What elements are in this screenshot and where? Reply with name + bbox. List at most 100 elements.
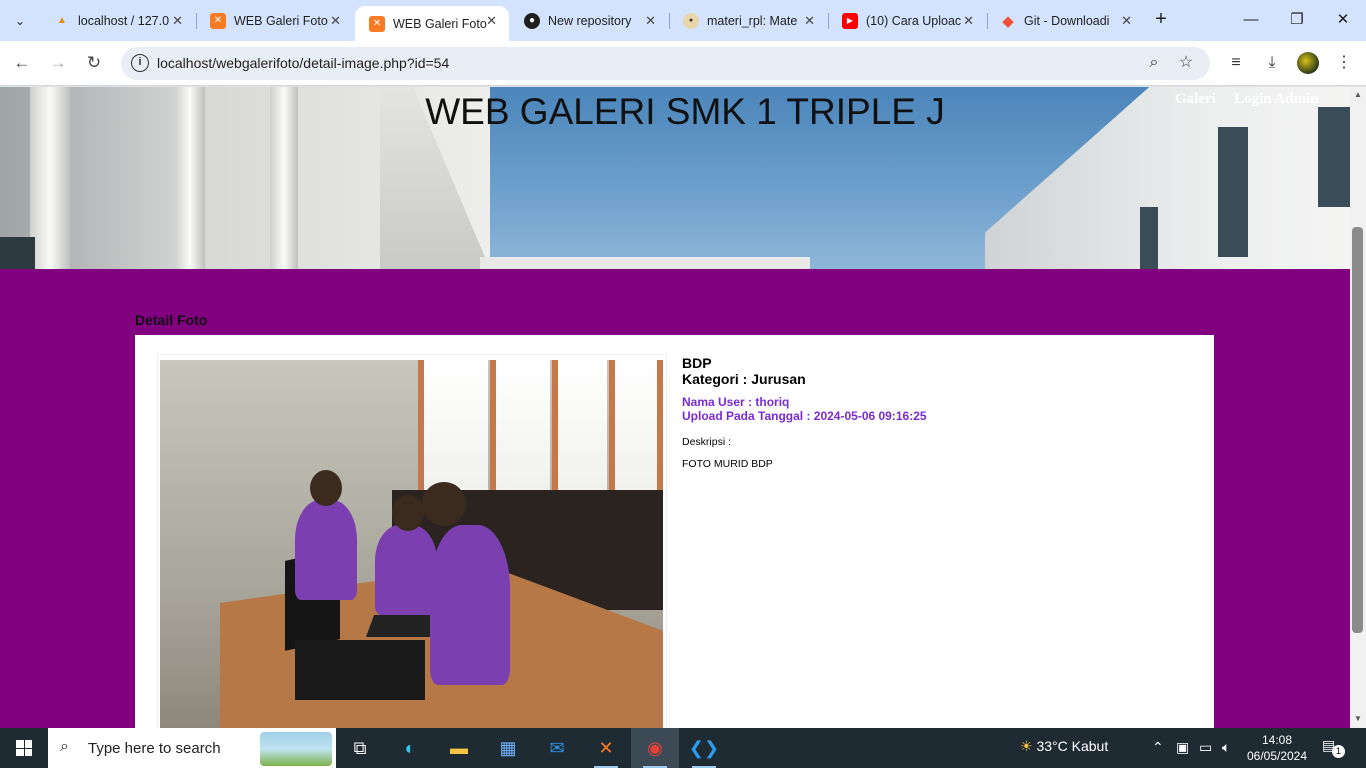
- photo-cpu: [295, 640, 425, 700]
- chrome-icon[interactable]: ◉: [631, 728, 679, 768]
- taskbar-search-box[interactable]: ⌕ Type here to search: [48, 728, 336, 768]
- banner-railing: [0, 237, 35, 269]
- photo-student: [375, 525, 437, 615]
- notification-center-icon[interactable]: ▤ 1: [1322, 737, 1345, 758]
- site-info-icon[interactable]: i: [131, 54, 149, 72]
- address-bar[interactable]: i localhost/webgalerifoto/detail-image.p…: [121, 47, 1210, 80]
- xampp-icon: ✕: [210, 12, 226, 29]
- photo-info: BDP Kategori : Jurusan Nama User : thori…: [682, 355, 927, 470]
- file-explorer-icon[interactable]: ▬: [435, 728, 483, 768]
- clock-time: 14:08: [1261, 733, 1293, 747]
- zoom-icon[interactable]: ⌕: [1144, 53, 1164, 73]
- close-icon[interactable]: ✕: [804, 13, 815, 29]
- download-icon[interactable]: ⤓: [1261, 52, 1283, 74]
- site-title: WEB GALERI SMK 1 TRIPLE J: [425, 91, 945, 132]
- browser-tab-bar: ⌄ ▲ localhost / 127.0 ✕ ✕ WEB Galeri Fot…: [0, 0, 1366, 41]
- close-icon[interactable]: ✕: [1121, 13, 1132, 29]
- tab-materi-rpl[interactable]: ● materi_rpl: Mate ✕: [669, 0, 827, 41]
- start-button[interactable]: [0, 728, 48, 768]
- close-icon[interactable]: ✕: [486, 13, 497, 29]
- microsoft-store-icon[interactable]: ▦: [484, 728, 532, 768]
- tab-label: (10) Cara Uploac: [866, 13, 962, 28]
- youtube-icon: ▶: [842, 12, 858, 29]
- tab-github-new-repo[interactable]: ● New repository ✕: [510, 0, 668, 41]
- photo-category: Kategori : Jurusan: [682, 371, 806, 387]
- scroll-down-arrow-icon[interactable]: ▼: [1353, 714, 1363, 724]
- task-view-icon[interactable]: ⧉: [336, 728, 384, 768]
- tab-label: WEB Galeri Foto: [393, 16, 487, 31]
- tab-search-chevron-icon[interactable]: ⌄: [6, 7, 34, 35]
- description-label: Deskripsi :: [682, 436, 732, 448]
- tab-phpmyadmin[interactable]: ▲ localhost / 127.0 ✕: [40, 0, 195, 41]
- forward-arrow-icon[interactable]: →: [45, 50, 71, 76]
- photo-student-head: [422, 482, 466, 526]
- volume-icon[interactable]: 🔈︎: [1222, 739, 1230, 756]
- weather-text: 33°C Kabut: [1036, 738, 1109, 754]
- bookmark-star-icon[interactable]: ☆: [1176, 53, 1196, 73]
- vscode-icon[interactable]: ❮❯: [680, 728, 728, 768]
- meet-now-icon[interactable]: ▣: [1176, 739, 1189, 756]
- ppt-icon: ●: [683, 12, 699, 29]
- header-banner: WEB GALERI SMK 1 TRIPLE J Galeri Login A…: [0, 87, 1350, 269]
- system-clock[interactable]: 14:08 06/05/2024: [1244, 732, 1310, 764]
- clock-date: 06/05/2024: [1246, 749, 1308, 763]
- tab-label: Git - Downloadi: [1024, 13, 1110, 28]
- new-tab-plus-icon[interactable]: +: [1150, 8, 1172, 32]
- edge-icon[interactable]: ◐: [386, 728, 434, 768]
- tray-overflow-chevron-icon[interactable]: ⌃: [1152, 739, 1164, 756]
- menu-kebab-icon[interactable]: ⋮: [1333, 52, 1355, 74]
- close-icon[interactable]: ✕: [330, 13, 341, 29]
- banner-rooftop: [480, 257, 810, 269]
- tab-web-galeri-active[interactable]: ✕ WEB Galeri Foto ✕: [355, 6, 509, 41]
- section-title: Detail Foto: [135, 312, 208, 328]
- tab-youtube[interactable]: ▶ (10) Cara Uploac ✕: [828, 0, 986, 41]
- photo-frame: [157, 354, 667, 728]
- close-icon[interactable]: ✕: [645, 13, 656, 29]
- restore-icon[interactable]: ❐: [1274, 0, 1320, 41]
- search-icon: ⌕: [60, 738, 69, 755]
- close-icon[interactable]: ✕: [172, 13, 183, 29]
- tab-web-galeri-1[interactable]: ✕ WEB Galeri Foto ✕: [196, 0, 353, 41]
- window-close-icon[interactable]: ✕: [1320, 0, 1366, 41]
- mail-icon[interactable]: ✉: [533, 728, 581, 768]
- photo-window: [609, 360, 663, 490]
- detail-card: BDP Kategori : Jurusan Nama User : thori…: [135, 335, 1214, 728]
- network-icon[interactable]: ▭: [1199, 739, 1212, 756]
- git-icon: ◆: [1002, 12, 1014, 30]
- page-scrollbar[interactable]: ▲ ▼: [1350, 87, 1366, 728]
- photo-window: [552, 360, 607, 490]
- search-highlight-image: [260, 732, 332, 766]
- minimize-icon[interactable]: —: [1228, 0, 1274, 41]
- photo-window: [418, 360, 488, 490]
- search-placeholder: Type here to search: [88, 740, 221, 757]
- profile-avatar[interactable]: [1297, 52, 1319, 74]
- photo-student-head: [310, 470, 342, 506]
- address-url[interactable]: localhost/webgalerifoto/detail-image.php…: [157, 55, 449, 71]
- tab-label: localhost / 127.0: [78, 13, 170, 28]
- scrollbar-thumb[interactable]: [1352, 227, 1363, 633]
- weather-icon: ☀: [1020, 738, 1037, 754]
- scroll-up-arrow-icon[interactable]: ▲: [1353, 90, 1363, 100]
- xampp-taskbar-icon[interactable]: ✕: [582, 728, 630, 768]
- xampp-icon: ✕: [369, 15, 385, 32]
- photo-description: FOTO MURID BDP: [682, 458, 773, 470]
- notification-count: 1: [1332, 745, 1345, 758]
- tab-git-download[interactable]: ◆ Git - Downloadi ✕: [986, 0, 1144, 41]
- media-queue-icon[interactable]: ≡: [1225, 52, 1247, 74]
- back-arrow-icon[interactable]: ←: [9, 50, 35, 76]
- photo-upload-date: Upload Pada Tanggal : 2024-05-06 09:16:2…: [682, 409, 927, 423]
- phpmyadmin-icon: ▲: [57, 15, 67, 26]
- photo-user: Nama User : thoriq: [682, 395, 790, 409]
- weather-widget[interactable]: ☀ 33°C Kabut: [1020, 738, 1108, 755]
- nav-galeri-link[interactable]: Galeri: [1175, 91, 1216, 108]
- tab-label: materi_rpl: Mate: [707, 13, 798, 28]
- close-icon[interactable]: ✕: [963, 13, 974, 29]
- windows-taskbar: ⌕ Type here to search ⧉ ◐ ▬ ▦ ✉ ✕ ◉ ❮❯ ☀…: [0, 728, 1366, 768]
- photo-student: [295, 500, 357, 600]
- browser-toolbar: ← → ↻ i localhost/webgalerifoto/detail-i…: [0, 41, 1366, 86]
- nav-login-admin-link[interactable]: Login Admin: [1234, 91, 1319, 108]
- banner-window: [1218, 127, 1248, 257]
- page-content: WEB GALERI SMK 1 TRIPLE J Galeri Login A…: [0, 87, 1350, 728]
- reload-icon[interactable]: ↻: [81, 50, 107, 76]
- tab-label: New repository: [548, 13, 632, 28]
